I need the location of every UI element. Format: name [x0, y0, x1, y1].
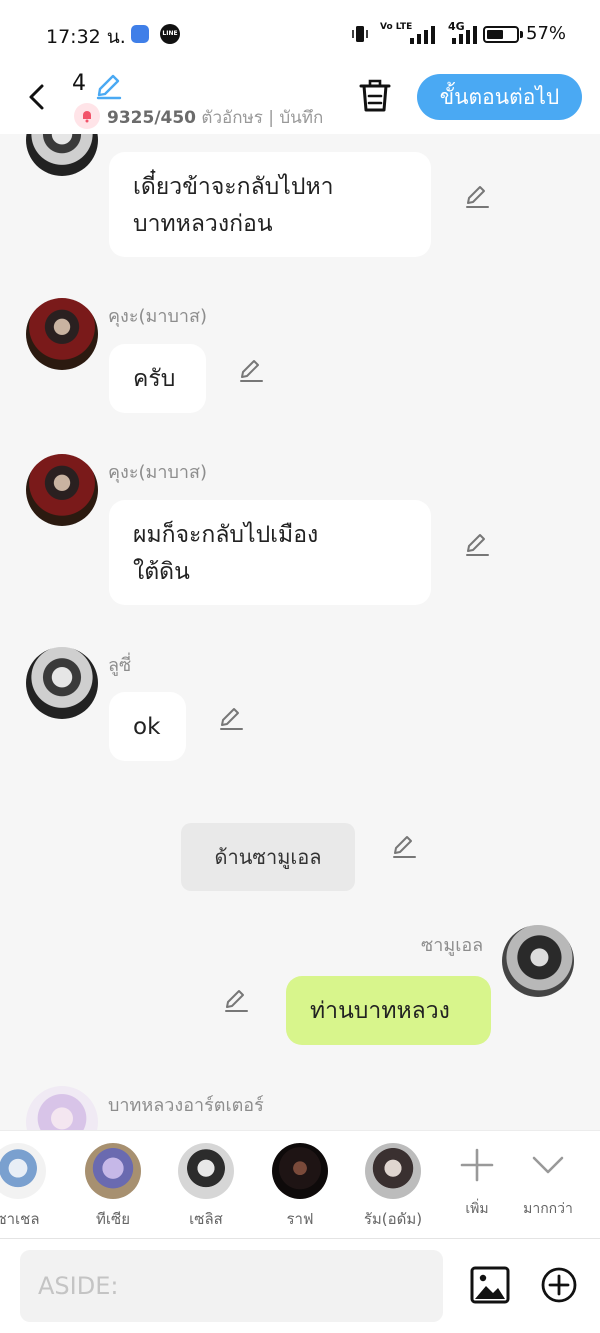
speaker-name: บาทหลวงอาร์ตเตอร์: [108, 1095, 264, 1116]
message-line: ครับ: [133, 366, 176, 392]
character-strip: ซาเชล ทีเซีย เซลิส ราฟ รัม(อดัม) เพิ่ม ม…: [0, 1130, 600, 1238]
message-bubble[interactable]: ok: [109, 692, 186, 761]
character-avatar[interactable]: [272, 1143, 328, 1199]
avatar[interactable]: [26, 454, 98, 526]
edit-message-icon[interactable]: [218, 705, 244, 731]
character-avatar[interactable]: [365, 1143, 421, 1199]
chat-area: เดี๋ยวข้าจะกลับไปหา บาทหลวงก่อน คุงะ(มาบ…: [0, 134, 600, 1130]
message-line: เดี๋ยวข้าจะกลับไปหา: [133, 174, 334, 200]
editor-header: 4 9325/450 ตัวอักษร | บันทึก ขั้นตอนต่อไ…: [0, 68, 600, 134]
episode-number: 4: [72, 71, 86, 96]
character-name: ทีเซีย: [96, 1210, 130, 1228]
bell-icon: [74, 103, 100, 129]
edit-message-icon[interactable]: [464, 183, 490, 209]
next-step-button[interactable]: ขั้นตอนต่อไป: [417, 74, 582, 120]
input-bar: ASIDE:: [0, 1238, 600, 1333]
edit-message-icon[interactable]: [223, 987, 249, 1013]
message-bubble[interactable]: ครับ: [109, 344, 206, 413]
aside-input[interactable]: ASIDE:: [20, 1250, 443, 1322]
character-avatar[interactable]: [178, 1143, 234, 1199]
app-notification-icon: [131, 25, 149, 43]
message-line: ท่านบาทหลวง: [310, 998, 450, 1024]
line-app-icon: LINE: [160, 24, 180, 44]
image-icon[interactable]: [470, 1266, 510, 1304]
message-line: ok: [133, 714, 161, 740]
status-bar: 17:32 น. LINE Vo LTE 4G 57%: [0, 0, 600, 68]
more-characters-label[interactable]: มากกว่า: [503, 1198, 593, 1220]
signal-icon: [410, 26, 435, 44]
character-name: รัม(อดัม): [363, 1210, 423, 1228]
avatar[interactable]: [26, 298, 98, 370]
battery-tip: [520, 31, 523, 38]
back-arrow-icon[interactable]: [24, 82, 50, 112]
message-bubble[interactable]: ท่านบาทหลวง: [286, 976, 491, 1045]
trash-icon[interactable]: [358, 78, 392, 114]
narration-block[interactable]: ด้านซามูเอล: [181, 823, 355, 891]
edit-message-icon[interactable]: [464, 531, 490, 557]
battery-percent: 57%: [526, 23, 567, 44]
speaker-name: ลูซี่: [108, 655, 132, 676]
add-character-icon[interactable]: [459, 1147, 495, 1183]
message-line: ผมก็จะกลับไปเมือง: [133, 522, 319, 548]
edit-title-icon[interactable]: [94, 72, 122, 100]
battery-fill: [487, 30, 503, 39]
edit-message-icon[interactable]: [238, 357, 264, 383]
char-count: 9325/450: [107, 108, 197, 128]
add-circle-icon[interactable]: [540, 1266, 578, 1304]
character-name: ซาเชล: [0, 1210, 40, 1228]
avatar[interactable]: [26, 647, 98, 719]
speaker-name: คุงะ(มาบาส): [108, 462, 208, 483]
avatar[interactable]: [502, 925, 574, 997]
character-name: เซลิส: [189, 1210, 223, 1228]
character-name: ราฟ: [286, 1210, 314, 1228]
avatar[interactable]: [26, 134, 98, 176]
vibrate-icon: [352, 26, 368, 42]
character-counter: 9325/450 ตัวอักษร | บันทึก: [107, 104, 331, 131]
signal-icon-2: [452, 26, 477, 44]
battery-icon: [483, 26, 519, 43]
message-bubble[interactable]: ผมก็จะกลับไปเมือง ใต้ดิน: [109, 500, 431, 605]
message-line: บาทหลวงก่อน: [133, 211, 273, 237]
status-time: 17:32 น.: [46, 26, 126, 48]
speaker-name: ซามูเอล: [421, 935, 484, 956]
chevron-down-icon[interactable]: [530, 1147, 566, 1183]
message-bubble[interactable]: เดี๋ยวข้าจะกลับไปหา บาทหลวงก่อน: [109, 152, 431, 257]
character-avatar[interactable]: [0, 1143, 46, 1199]
speaker-name: คุงะ(มาบาส): [108, 306, 208, 327]
char-count-label: ตัวอักษร | บันทึก: [196, 108, 324, 128]
edit-message-icon[interactable]: [391, 833, 417, 859]
character-avatar[interactable]: [85, 1143, 141, 1199]
avatar[interactable]: [26, 1086, 98, 1130]
message-line: ใต้ดิน: [133, 559, 190, 585]
